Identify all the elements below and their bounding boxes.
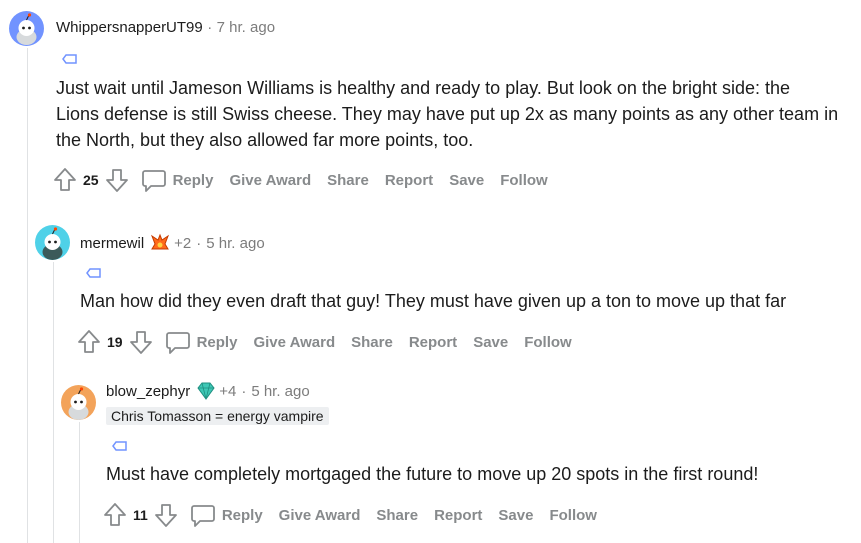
follow-button[interactable]: Follow <box>549 507 597 524</box>
downvote-icon[interactable] <box>154 502 178 528</box>
avatar[interactable] <box>9 11 44 46</box>
vote-count: 25 <box>83 172 99 188</box>
timestamp[interactable]: 7 hr. ago <box>217 19 275 36</box>
comment-icon[interactable] <box>165 329 191 355</box>
username[interactable]: WhippersnapperUT99 <box>56 19 203 36</box>
avatar[interactable] <box>61 385 96 420</box>
upvote-icon[interactable] <box>53 167 77 193</box>
flair-tag-icon <box>62 54 77 64</box>
reply-button[interactable]: Reply <box>197 334 238 351</box>
action-bar: 25 Reply Give Award Share Report Save Fo… <box>53 167 564 193</box>
share-button[interactable]: Share <box>351 334 393 351</box>
comment-body: Man how did they even draft that guy! Th… <box>80 291 787 311</box>
save-button[interactable]: Save <box>498 507 533 524</box>
comment-icon[interactable] <box>190 502 216 528</box>
thread-line[interactable] <box>27 48 28 543</box>
comment-text-line: Just wait until Jameson Williams is heal… <box>56 78 791 98</box>
meta-separator: · <box>207 19 213 36</box>
action-bar: 19 Reply Give Award Share Report Save Fo… <box>77 329 588 355</box>
downvote-icon[interactable] <box>129 329 153 355</box>
comment-text-line: Lions defense is still Swiss cheese. The… <box>56 104 839 124</box>
report-button[interactable]: Report <box>385 172 433 189</box>
action-bar: 11 Reply Give Award Share Report Save Fo… <box>103 502 613 528</box>
report-button[interactable]: Report <box>409 334 457 351</box>
flair-count: +4 <box>219 382 237 400</box>
share-button[interactable]: Share <box>376 507 418 524</box>
reply-button[interactable]: Reply <box>222 507 263 524</box>
give-award-button[interactable]: Give Award <box>229 172 311 189</box>
timestamp[interactable]: 5 hr. ago <box>206 235 264 252</box>
follow-button[interactable]: Follow <box>500 172 548 189</box>
reply-button[interactable]: Reply <box>173 172 214 189</box>
vote-count: 11 <box>133 507 148 523</box>
vote-count: 19 <box>107 334 123 350</box>
thread-line[interactable] <box>79 422 80 543</box>
save-button[interactable]: Save <box>449 172 484 189</box>
give-award-button[interactable]: Give Award <box>279 507 361 524</box>
comment-text-line: the North, but they also allowed far mor… <box>56 130 474 150</box>
snoo-icon <box>16 13 37 45</box>
thread-line[interactable] <box>53 262 54 543</box>
give-award-button[interactable]: Give Award <box>253 334 335 351</box>
snoo-icon <box>68 387 89 420</box>
comment-icon[interactable] <box>141 167 167 193</box>
save-button[interactable]: Save <box>473 334 508 351</box>
comment-body: Just wait until Jameson Williams is heal… <box>56 75 856 153</box>
timestamp[interactable]: 5 hr. ago <box>251 383 309 400</box>
share-button[interactable]: Share <box>327 172 369 189</box>
username[interactable]: blow_zephyr <box>106 383 190 400</box>
snoo-icon <box>42 227 63 260</box>
flair-tag-icon <box>112 441 127 451</box>
report-button[interactable]: Report <box>434 507 482 524</box>
follow-button[interactable]: Follow <box>524 334 572 351</box>
flair-count: +2 <box>174 234 192 252</box>
upvote-icon[interactable] <box>77 329 101 355</box>
username[interactable]: mermewil <box>80 235 144 252</box>
downvote-icon[interactable] <box>105 167 129 193</box>
comment-body: Must have completely mortgaged the futur… <box>106 464 759 484</box>
award-flair-icon <box>151 233 170 250</box>
meta-separator: · <box>196 234 202 252</box>
avatar[interactable] <box>35 225 70 260</box>
meta-separator: · <box>241 382 247 400</box>
diamond-award-icon <box>197 382 215 400</box>
user-flair: Chris Tomasson = energy vampire <box>106 407 329 425</box>
flair-tag-icon <box>86 268 101 278</box>
upvote-icon[interactable] <box>103 502 127 528</box>
